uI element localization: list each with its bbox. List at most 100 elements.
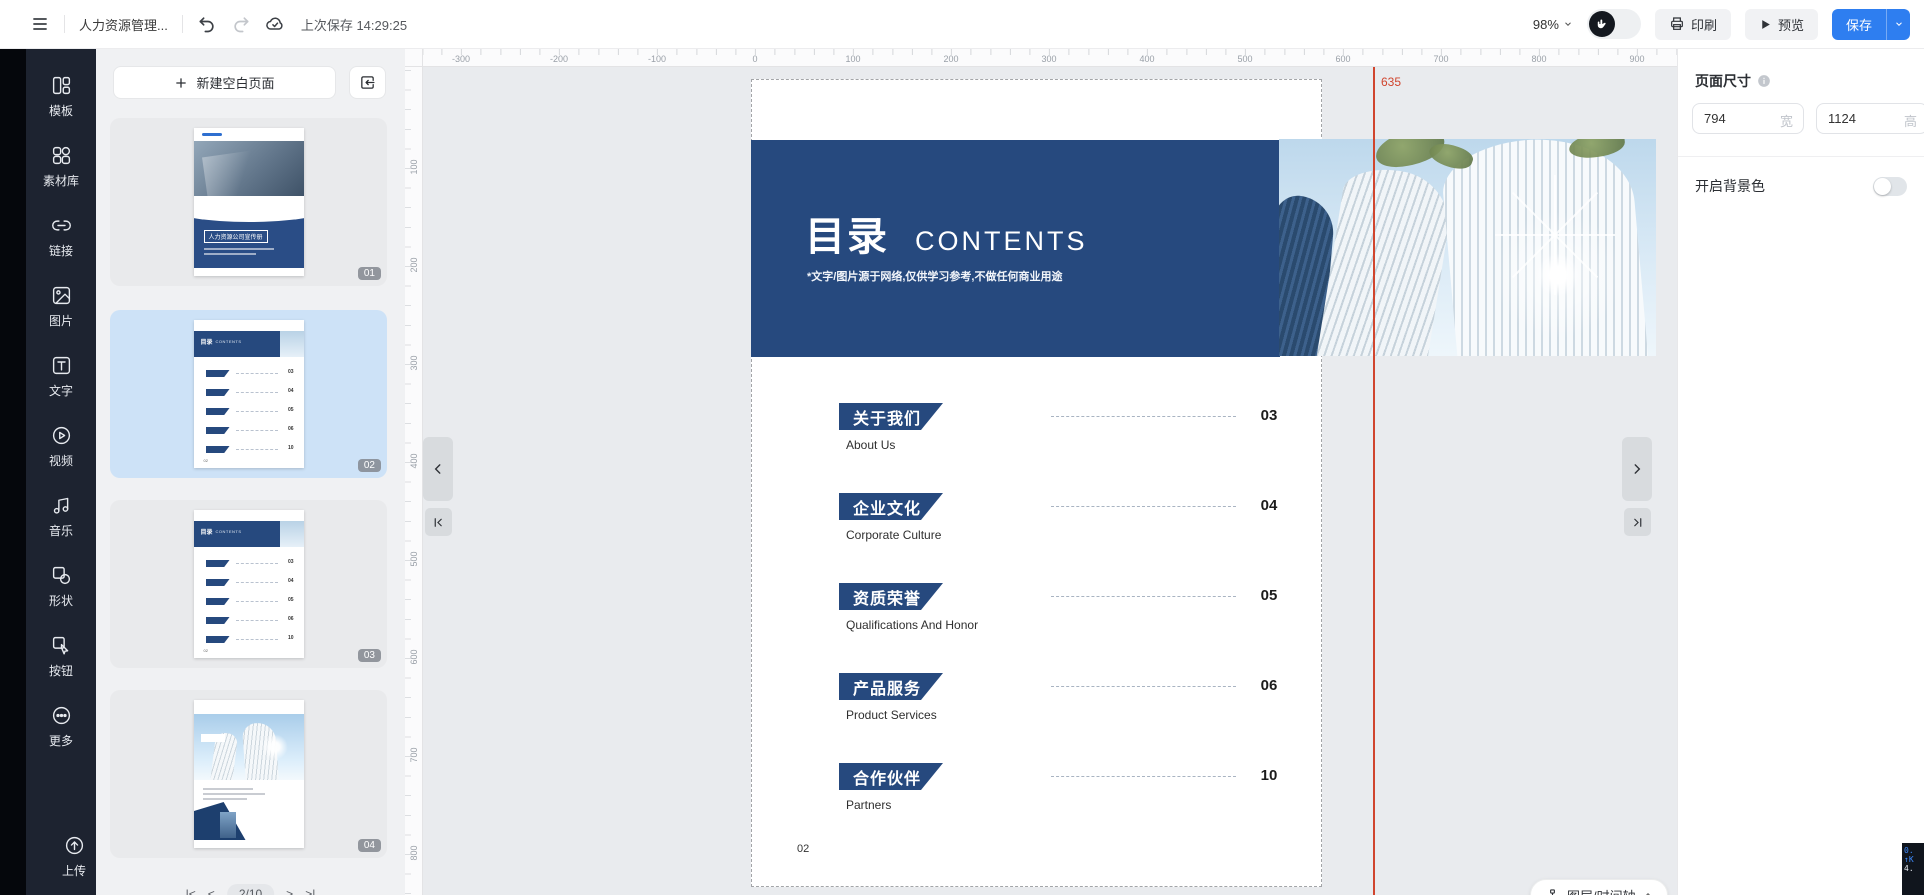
first-page-nav-button[interactable] bbox=[425, 508, 452, 536]
sidebar-item-video[interactable]: 视频 bbox=[26, 425, 96, 469]
chevron-down-icon bbox=[1563, 19, 1573, 29]
toc-flag-label[interactable]: 关于我们 bbox=[839, 403, 943, 430]
page-width-input[interactable] bbox=[1693, 104, 1803, 133]
layers-timeline-button[interactable]: 图层/时间轴 bbox=[1530, 879, 1668, 895]
skyscraper-photo[interactable] bbox=[1279, 139, 1656, 356]
toc-entry-subtitle[interactable]: Qualifications And Honor bbox=[846, 618, 978, 632]
page-thumbnail-1[interactable]: 人力资源公司宣传册 01 bbox=[110, 118, 387, 286]
page-thumbnail-4[interactable]: 04 bbox=[110, 690, 387, 858]
page-number-text[interactable]: 02 bbox=[797, 843, 809, 855]
page-height-input[interactable] bbox=[1817, 104, 1924, 133]
toc-entry[interactable]: 合作伙伴 10 Partners bbox=[839, 763, 943, 790]
save-button[interactable]: 保存 bbox=[1832, 9, 1886, 40]
page-number-badge: 04 bbox=[358, 839, 381, 852]
new-blank-page-button[interactable]: 新建空白页面 bbox=[113, 66, 336, 99]
toc-flag-label[interactable]: 企业文化 bbox=[839, 493, 943, 520]
chevron-left-icon bbox=[431, 462, 445, 476]
ruler-guide-line[interactable] bbox=[1373, 67, 1375, 895]
toc-entry-subtitle[interactable]: Partners bbox=[846, 798, 891, 812]
next-page-nav-button[interactable] bbox=[1622, 437, 1652, 501]
ruler-label: 100 bbox=[409, 159, 419, 175]
thumbnail-pagination: |< < 2/10 > >| bbox=[186, 884, 316, 895]
toc-entry-subtitle[interactable]: About Us bbox=[846, 438, 895, 452]
page-height-field: 高 bbox=[1816, 103, 1924, 134]
sidebar-item-button[interactable]: 按钮 bbox=[26, 635, 96, 679]
undo-icon[interactable] bbox=[197, 14, 217, 34]
shape-icon bbox=[51, 565, 72, 586]
redo-icon[interactable] bbox=[231, 14, 251, 34]
info-icon[interactable] bbox=[1757, 74, 1771, 88]
zoom-value: 98% bbox=[1533, 17, 1559, 32]
first-page-button[interactable]: |< bbox=[186, 887, 196, 895]
mini-toc-row: 04 bbox=[206, 577, 294, 596]
music-icon bbox=[51, 495, 72, 516]
sidebar-item-label: 形状 bbox=[49, 592, 73, 609]
ruler-label: 500 bbox=[1237, 54, 1252, 64]
ruler-label: -300 bbox=[452, 54, 470, 64]
last-page-nav-button[interactable] bbox=[1624, 508, 1651, 536]
page-thumbnail-2[interactable]: 目录 CONTENTS 0304050610 02 02 bbox=[110, 310, 387, 478]
save-split-button: 保存 bbox=[1832, 9, 1910, 40]
toc-page-number[interactable]: 05 bbox=[1247, 587, 1291, 604]
mini-toc-row: 10 bbox=[206, 444, 294, 463]
toc-page-number[interactable]: 06 bbox=[1247, 677, 1291, 694]
editor-canvas[interactable]: 目录 CONTENTS *文字/图片源于网络,仅供学习参考,不做任何商业用途 关… bbox=[423, 67, 1677, 895]
sidebar-item-link[interactable]: 链接 bbox=[26, 215, 96, 259]
contents-header-banner[interactable]: 目录 CONTENTS *文字/图片源于网络,仅供学习参考,不做任何商业用途 bbox=[751, 140, 1280, 357]
toc-entry[interactable]: 资质荣誉 05 Qualifications And Honor bbox=[839, 583, 943, 610]
toc-page-number[interactable]: 03 bbox=[1247, 407, 1291, 424]
sidebar-item-shape[interactable]: 形状 bbox=[26, 565, 96, 609]
toc-entry[interactable]: 关于我们 03 About Us bbox=[839, 403, 943, 430]
contents-title-en[interactable]: CONTENTS bbox=[915, 226, 1088, 257]
toc-flag-label[interactable]: 合作伙伴 bbox=[839, 763, 943, 790]
toc-page-number[interactable]: 10 bbox=[1247, 767, 1291, 784]
contents-disclaimer[interactable]: *文字/图片源于网络,仅供学习参考,不做任何商业用途 bbox=[807, 268, 1062, 284]
toc-flag-label[interactable]: 产品服务 bbox=[839, 673, 943, 700]
toc-flag-label[interactable]: 资质荣誉 bbox=[839, 583, 943, 610]
ruler-label: 400 bbox=[1139, 54, 1154, 64]
last-page-button[interactable]: >| bbox=[305, 887, 315, 895]
assets-icon bbox=[51, 145, 72, 166]
video-icon bbox=[51, 425, 72, 446]
document-title[interactable]: 人力资源管理... bbox=[79, 15, 168, 34]
ruler-corner bbox=[405, 49, 423, 67]
sidebar-item-upload[interactable]: 上传 bbox=[26, 835, 122, 879]
sidebar-item-template[interactable]: 模板 bbox=[26, 75, 96, 119]
prev-page-nav-button[interactable] bbox=[423, 437, 453, 501]
ruler-label: 800 bbox=[1531, 54, 1546, 64]
sidebar-item-label: 音乐 bbox=[49, 522, 73, 539]
sidebar-item-label: 素材库 bbox=[43, 172, 79, 189]
hand-pan-toggle[interactable] bbox=[1587, 9, 1641, 39]
prev-page-button[interactable]: < bbox=[208, 887, 215, 895]
hamburger-menu-icon[interactable] bbox=[30, 14, 50, 34]
preview-button[interactable]: 预览 bbox=[1745, 9, 1818, 40]
layers-button-label: 图层/时间轴 bbox=[1567, 886, 1636, 895]
top-toolbar: 人力资源管理... 上次保存 14:29:25 98% 印刷 预览 保存 bbox=[0, 0, 1924, 49]
next-page-button[interactable]: > bbox=[286, 887, 293, 895]
toc-dotted-leader bbox=[1051, 686, 1236, 687]
import-page-button[interactable] bbox=[349, 66, 386, 99]
sidebar-item-music[interactable]: 音乐 bbox=[26, 495, 96, 539]
toc-entry[interactable]: 企业文化 04 Corporate Culture bbox=[839, 493, 943, 520]
ruler-label: 100 bbox=[845, 54, 860, 64]
toc-entry-subtitle[interactable]: Corporate Culture bbox=[846, 528, 941, 542]
sidebar-item-image[interactable]: 图片 bbox=[26, 285, 96, 329]
thumbnail-contents-preview: 目录 CONTENTS 0304050610 02 bbox=[194, 320, 304, 468]
sidebar-item-more[interactable]: 更多 bbox=[26, 705, 96, 749]
background-color-toggle[interactable] bbox=[1873, 177, 1907, 196]
page-size-label: 页面尺寸 bbox=[1695, 71, 1751, 91]
ruler-label: 300 bbox=[1041, 54, 1056, 64]
page-thumbnail-3[interactable]: 目录 CONTENTS 0304050610 02 03 bbox=[110, 500, 387, 668]
toc-entry[interactable]: 产品服务 06 Product Services bbox=[839, 673, 943, 700]
zoom-control[interactable]: 98% bbox=[1533, 17, 1573, 32]
toc-page-number[interactable]: 04 bbox=[1247, 497, 1291, 514]
page-number-badge: 03 bbox=[358, 649, 381, 662]
toolbar-divider bbox=[182, 15, 183, 33]
contents-title-zh[interactable]: 目录 bbox=[805, 204, 889, 262]
document-page[interactable]: 目录 CONTENTS *文字/图片源于网络,仅供学习参考,不做任何商业用途 关… bbox=[751, 79, 1322, 887]
sidebar-item-assets[interactable]: 素材库 bbox=[26, 145, 96, 189]
save-dropdown-button[interactable] bbox=[1886, 9, 1910, 40]
print-button[interactable]: 印刷 bbox=[1655, 9, 1731, 40]
toc-entry-subtitle[interactable]: Product Services bbox=[846, 708, 937, 722]
sidebar-item-text[interactable]: 文字 bbox=[26, 355, 96, 399]
